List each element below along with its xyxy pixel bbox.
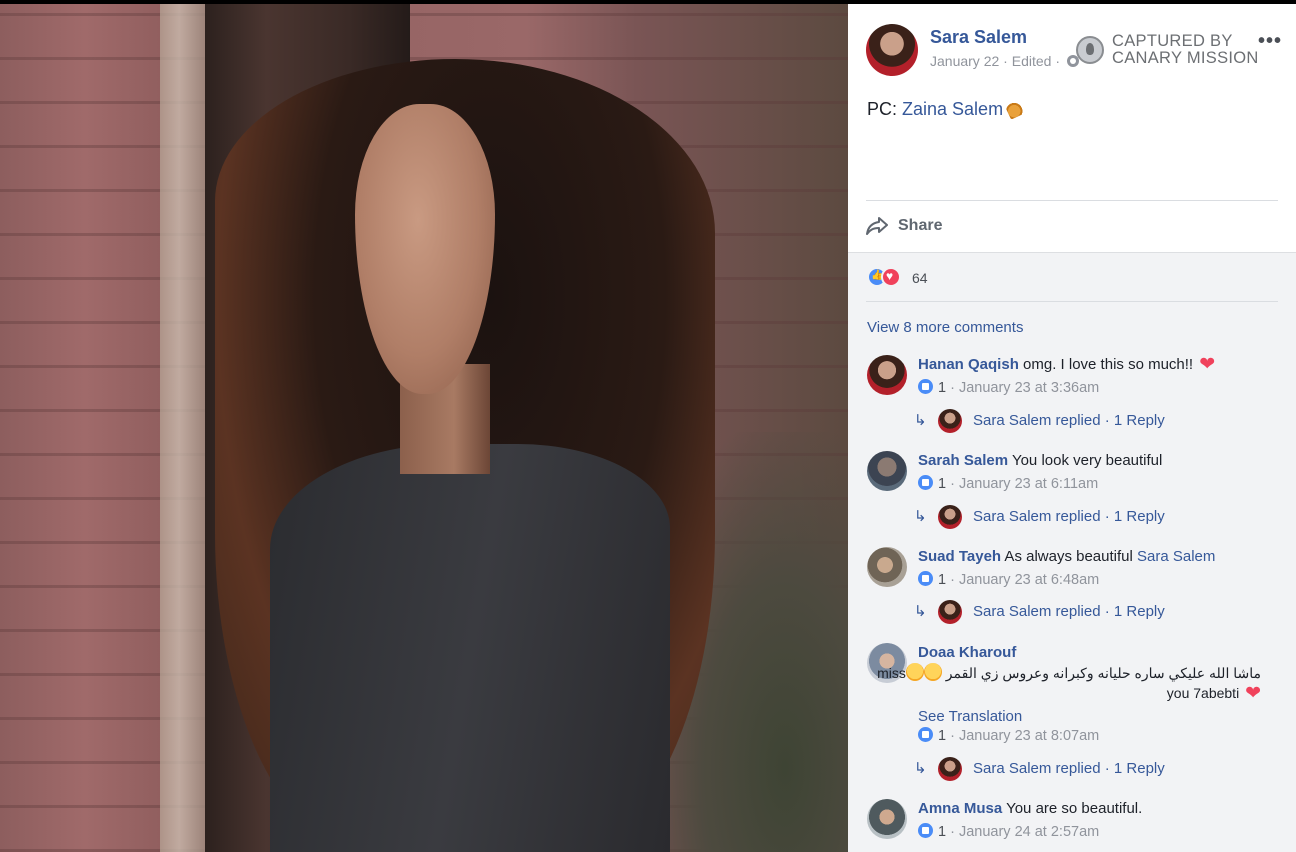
comment-meta: 1 · January 23 at 3:36am xyxy=(918,379,1099,396)
post-header: Sara Salem January 22 · Edited · CAPTURE… xyxy=(866,22,1286,82)
comment-meta: 1 · January 23 at 8:07am xyxy=(918,727,1099,744)
comment-like-count[interactable]: 1 xyxy=(938,572,946,588)
commenter-name[interactable]: Hanan Qaqish xyxy=(918,356,1019,373)
share-arrow-icon xyxy=(866,217,888,235)
commenter-avatar[interactable] xyxy=(867,451,907,491)
meta-separator: · xyxy=(946,824,959,840)
comment-meta: 1 · January 24 at 2:57am xyxy=(918,823,1099,840)
comment-body: Amna Musa You are so beautiful. xyxy=(918,799,1278,819)
reply-summary: Sara Salem replied · 1 Reply xyxy=(973,412,1165,429)
heart-emoji-icon: ❤ xyxy=(1199,354,1216,375)
kiss-emoji-icon xyxy=(923,663,942,681)
comment-like-count[interactable]: 1 xyxy=(938,380,946,396)
brick-column xyxy=(160,4,208,852)
see-translation-link[interactable]: See Translation xyxy=(918,707,1278,727)
reply-summary: Sara Salem replied · 1 Reply xyxy=(973,603,1165,620)
watermark-line1: CAPTURED BY xyxy=(1112,32,1233,50)
comment-body: Suad Tayeh As always beautiful Sara Sale… xyxy=(918,547,1278,567)
post-photo[interactable] xyxy=(0,4,848,852)
comment-meta: 1 · January 23 at 6:11am xyxy=(918,475,1098,492)
reply-summary: Sara Salem replied · 1 Reply xyxy=(973,508,1165,525)
view-more-comments-link[interactable]: View 8 more comments xyxy=(867,319,1023,336)
post-caption: PC: Zaina Salem xyxy=(867,98,1026,120)
miss-text: miss xyxy=(877,665,906,681)
comment-timestamp[interactable]: January 23 at 6:11am xyxy=(959,476,1098,492)
subject-torso xyxy=(270,444,670,852)
comment-body: Doaa Kharouf ماشا الله عليكي ساره حليانه… xyxy=(877,643,1278,727)
post-side-panel: Sara Salem January 22 · Edited · CAPTURE… xyxy=(848,4,1296,852)
reply-arrow-icon: ↳ xyxy=(914,412,927,429)
like-icon xyxy=(918,379,933,394)
commenter-name[interactable]: Amna Musa xyxy=(918,800,1002,817)
caption-prefix: PC: xyxy=(867,99,903,119)
comment-timestamp[interactable]: January 23 at 8:07am xyxy=(959,728,1099,744)
heart-emoji-icon: ❤ xyxy=(1245,683,1261,704)
comment-text: omg. I love this so much!! xyxy=(1018,356,1194,373)
commenter-name[interactable]: Doaa Kharouf xyxy=(918,644,1016,661)
comment-meta: 1 · January 23 at 6:48am xyxy=(918,571,1099,588)
comments-section: 64 View 8 more comments Hanan Qaqish omg… xyxy=(848,252,1296,852)
comment-like-count[interactable]: 1 xyxy=(938,824,946,840)
meta-separator: · xyxy=(946,572,959,588)
meta-separator: · xyxy=(1051,53,1064,69)
commenter-name[interactable]: Sarah Salem xyxy=(918,452,1008,469)
post-author-name[interactable]: Sara Salem xyxy=(930,27,1027,48)
commenter-avatar[interactable] xyxy=(867,355,907,395)
caption-mention[interactable]: Zaina Salem xyxy=(902,99,1003,119)
post-meta: January 22 · Edited · xyxy=(930,53,1079,69)
comment-body: Hanan Qaqish omg. I love this so much!! … xyxy=(918,355,1278,375)
comment-like-count[interactable]: 1 xyxy=(938,728,946,744)
reply-arrow-icon: ↳ xyxy=(914,760,927,777)
like-icon xyxy=(918,571,933,586)
comment-text-line2: ❤ you 7abebti xyxy=(867,683,1261,704)
commenter-name[interactable]: Suad Tayeh xyxy=(918,548,1001,565)
replier-avatar xyxy=(938,600,962,624)
more-options-icon[interactable]: ••• xyxy=(1258,30,1282,53)
love-reaction-icon xyxy=(881,267,901,287)
kiss-emoji-icon xyxy=(905,663,924,681)
comment-mention[interactable]: Sara Salem xyxy=(1137,548,1215,565)
meta-separator: · xyxy=(946,380,959,396)
comment-text-arabic: ماشا الله عليكي ساره حليانه وكبرانه وعرو… xyxy=(867,663,1261,683)
replier-avatar xyxy=(938,757,962,781)
commenter-avatar[interactable] xyxy=(867,799,907,839)
post-date[interactable]: January 22 xyxy=(930,53,999,69)
comment-text: You are so beautiful. xyxy=(1002,800,1143,817)
arabic-text: ماشا الله عليكي ساره حليانه وكبرانه وعرو… xyxy=(945,665,1261,681)
divider xyxy=(866,200,1278,201)
like-icon xyxy=(918,823,933,838)
comment-body: Sarah Salem You look very beautiful xyxy=(918,451,1278,471)
comment-timestamp[interactable]: January 24 at 2:57am xyxy=(959,824,1099,840)
comment-timestamp[interactable]: January 23 at 3:36am xyxy=(959,380,1099,396)
leaf-emoji-icon xyxy=(1004,98,1026,120)
canary-seal-icon xyxy=(1076,36,1104,64)
watermark-line2: CANARY MISSION xyxy=(1112,49,1259,67)
comment-text: You look very beautiful xyxy=(1008,452,1163,469)
share-label: Share xyxy=(898,217,943,234)
author-avatar[interactable] xyxy=(866,24,918,76)
reply-arrow-icon: ↳ xyxy=(914,603,927,620)
comment-text: As always beautiful xyxy=(1001,548,1138,565)
reaction-count: 64 xyxy=(912,270,928,286)
meta-separator: · xyxy=(946,728,959,744)
like-icon xyxy=(918,727,933,742)
meta-separator: · xyxy=(946,476,959,492)
post-edited[interactable]: Edited xyxy=(1012,53,1052,69)
like-icon xyxy=(918,475,933,490)
comment-text: you 7abebti xyxy=(1166,685,1244,701)
comment-like-count[interactable]: 1 xyxy=(938,476,946,492)
reply-summary: Sara Salem replied · 1 Reply xyxy=(973,760,1165,777)
replier-avatar xyxy=(938,409,962,433)
commenter-avatar[interactable] xyxy=(867,547,907,587)
meta-separator: · xyxy=(999,53,1012,69)
comment-timestamp[interactable]: January 23 at 6:48am xyxy=(959,572,1099,588)
divider xyxy=(866,301,1278,302)
reply-arrow-icon: ↳ xyxy=(914,508,927,525)
replier-avatar xyxy=(938,505,962,529)
